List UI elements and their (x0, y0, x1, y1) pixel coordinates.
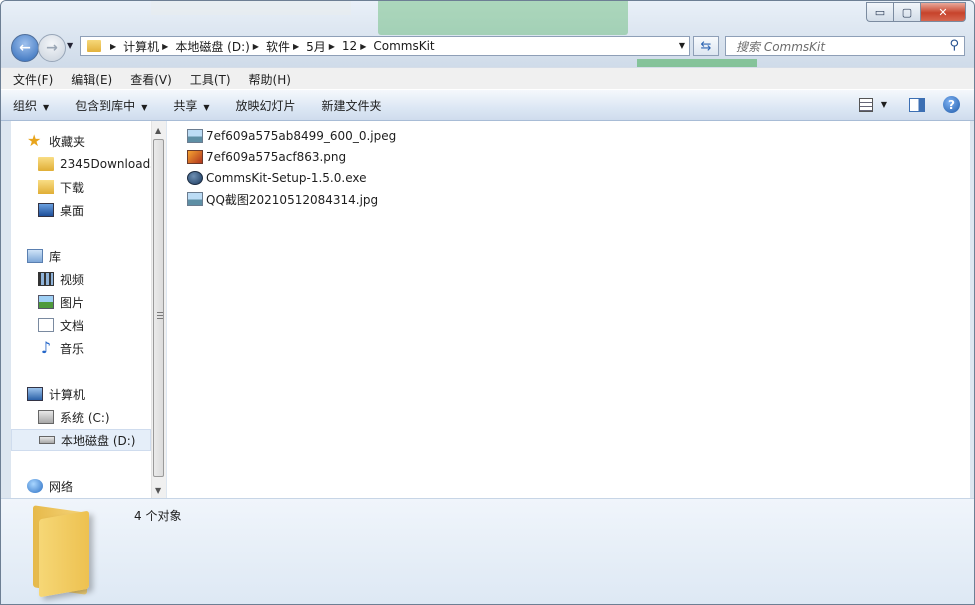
breadcrumb-commskit[interactable]: CommsKit (373, 39, 434, 53)
music-note-icon: ♪ (40, 338, 52, 357)
details-pane: 4 个对象 (1, 498, 974, 604)
sidebar-item-videos[interactable]: 视频 (38, 268, 84, 290)
slideshow-button[interactable]: 放映幻灯片 (224, 97, 310, 114)
search-input[interactable] (734, 38, 948, 56)
breadcrumb-software[interactable]: 软件 ▶ (266, 38, 306, 55)
refresh-button[interactable]: ⇆ (693, 36, 719, 56)
close-button[interactable]: ✕ (920, 2, 966, 22)
navigation-scrollbar[interactable]: ▲ ▼ (151, 121, 166, 498)
minimize-button[interactable]: ▭ (866, 2, 893, 22)
exe-file-icon (187, 171, 203, 185)
sidebar-item-drive-d[interactable]: 本地磁盘 (D:) (11, 429, 151, 451)
network-icon (27, 479, 43, 493)
recent-pages-dropdown[interactable]: ▼ (67, 41, 73, 50)
maximize-button[interactable]: ▢ (893, 2, 920, 22)
chevron-right-icon: ▶ (328, 41, 335, 51)
sidebar-item-desktop[interactable]: 桌面 (38, 199, 84, 221)
chevron-down-icon: ▼ (203, 102, 210, 112)
menu-help[interactable]: 帮助(H) (237, 71, 297, 88)
scroll-down-icon[interactable]: ▼ (155, 486, 161, 495)
address-bar[interactable]: ▶ 计算机 ▶ 本地磁盘 (D:) ▶ 软件 ▶ 5月 ▶ 12 ▶ CommsKit ▼ (80, 36, 690, 56)
item-count: 4 个对象 (134, 509, 182, 523)
sidebar-item-2345downloads[interactable]: 2345Downloads (38, 153, 151, 175)
menu-bar: 文件(F) 编辑(E) 查看(V) 工具(T) 帮助(H) (1, 67, 974, 90)
new-folder-button[interactable]: 新建文件夹 (310, 97, 396, 114)
libraries-icon (27, 249, 43, 263)
file-item[interactable]: QQ截图20210512084314.jpg (187, 189, 378, 209)
sidebar-item-music[interactable]: ♪ 音乐 (38, 337, 84, 359)
address-dropdown-icon[interactable]: ▼ (679, 41, 685, 50)
scroll-up-icon[interactable]: ▲ (155, 126, 161, 135)
menu-edit[interactable]: 编辑(E) (59, 71, 118, 88)
chevron-right-icon: ▶ (360, 41, 367, 51)
downloads-folder-icon (38, 180, 54, 194)
share-button[interactable]: 共享 ▼ (161, 97, 223, 114)
document-icon (38, 318, 54, 332)
preview-pane-icon[interactable] (909, 97, 925, 112)
title-bar: ▭ ▢ ✕ ← → ▼ ▶ 计算机 ▶ 本地磁盘 (D:) ▶ 软件 ▶ 5月 ▶ 12… (1, 1, 974, 67)
jpg-file-icon (187, 192, 203, 206)
menu-tools[interactable]: 工具(T) (178, 71, 237, 88)
change-view-icon[interactable] (858, 97, 873, 112)
chevron-right-icon: ▶ (252, 41, 259, 51)
breadcrumb-computer[interactable]: 计算机 ▶ (123, 38, 175, 55)
star-icon: ★ (27, 131, 42, 150)
folder-icon (33, 505, 95, 598)
jpeg-file-icon (187, 129, 203, 143)
sidebar-item-pictures[interactable]: 图片 (38, 291, 84, 313)
chevron-right-icon: ▶ (292, 41, 300, 51)
organize-button[interactable]: 组织 ▼ (1, 97, 63, 114)
grip-icon (157, 312, 163, 320)
breadcrumb-12[interactable]: 12 ▶ (342, 39, 373, 53)
background-decoration (378, 1, 628, 35)
sidebar-item-downloads[interactable]: 下载 (38, 176, 84, 198)
forward-button[interactable]: → (38, 34, 66, 62)
system-drive-icon (38, 410, 54, 424)
video-icon (38, 272, 54, 286)
include-in-library-button[interactable]: 包含到库中 ▼ (63, 97, 161, 114)
help-icon[interactable]: ? (943, 96, 960, 113)
desktop-icon (38, 203, 54, 217)
sidebar-item-network[interactable]: 网络 (27, 475, 73, 497)
background-decoration (151, 1, 351, 15)
folder-icon (87, 40, 101, 52)
view-controls: ▼ ? (858, 96, 960, 113)
drive-icon (39, 436, 55, 444)
sidebar-item-drive-c[interactable]: 系统 (C:) (38, 406, 110, 428)
file-item[interactable]: 7ef609a575acf863.png (187, 147, 346, 167)
file-item[interactable]: 7ef609a575ab8499_600_0.jpeg (187, 126, 396, 146)
menu-view[interactable]: 查看(V) (118, 71, 178, 88)
search-box: ⚲ (725, 36, 965, 56)
menu-file[interactable]: 文件(F) (1, 71, 59, 88)
command-bar: 组织 ▼ 包含到库中 ▼ 共享 ▼ 放映幻灯片 新建文件夹 ▼ ? (1, 89, 974, 121)
breadcrumb-drive-d[interactable]: 本地磁盘 (D:) ▶ (175, 38, 266, 55)
computer-icon (27, 387, 43, 401)
explorer-window: ▭ ▢ ✕ ← → ▼ ▶ 计算机 ▶ 本地磁盘 (D:) ▶ 软件 ▶ 5月 ▶ 12… (0, 0, 975, 605)
chevron-down-icon: ▼ (43, 102, 50, 112)
sidebar-item-favorites[interactable]: ★ 收藏夹 (27, 130, 85, 152)
scrollbar-thumb[interactable] (153, 139, 164, 477)
sidebar-item-computer[interactable]: 计算机 (27, 383, 85, 405)
back-button[interactable]: ← (11, 34, 39, 62)
breadcrumb-may[interactable]: 5月 ▶ (306, 38, 342, 55)
view-options-dropdown[interactable]: ▼ (881, 100, 887, 109)
sidebar-item-libraries[interactable]: 库 (27, 245, 61, 267)
chevron-down-icon: ▼ (141, 102, 148, 112)
pictures-icon (38, 295, 54, 309)
search-icon[interactable]: ⚲ (949, 38, 959, 53)
file-list: 7ef609a575ab8499_600_0.jpeg 7ef609a575ac… (167, 121, 970, 498)
file-item[interactable]: CommsKit-Setup-1.5.0.exe (187, 168, 366, 188)
chevron-right-icon: ▶ (110, 41, 117, 51)
refresh-icon: ⇆ (700, 38, 712, 54)
forward-arrow-icon: → (46, 40, 58, 56)
background-decoration (637, 59, 757, 67)
folder-icon (38, 157, 54, 171)
png-file-icon (187, 150, 203, 164)
sidebar-item-documents[interactable]: 文档 (38, 314, 84, 336)
breadcrumb-root[interactable]: ▶ (107, 42, 123, 51)
back-arrow-icon: ← (19, 40, 31, 56)
chevron-right-icon: ▶ (162, 41, 169, 51)
caption-buttons: ▭ ▢ ✕ (866, 2, 966, 22)
navigation-pane: ★ 收藏夹 2345Downloads 下载 桌面 库 视频 图片 文档 ♪ 音… (11, 121, 151, 498)
